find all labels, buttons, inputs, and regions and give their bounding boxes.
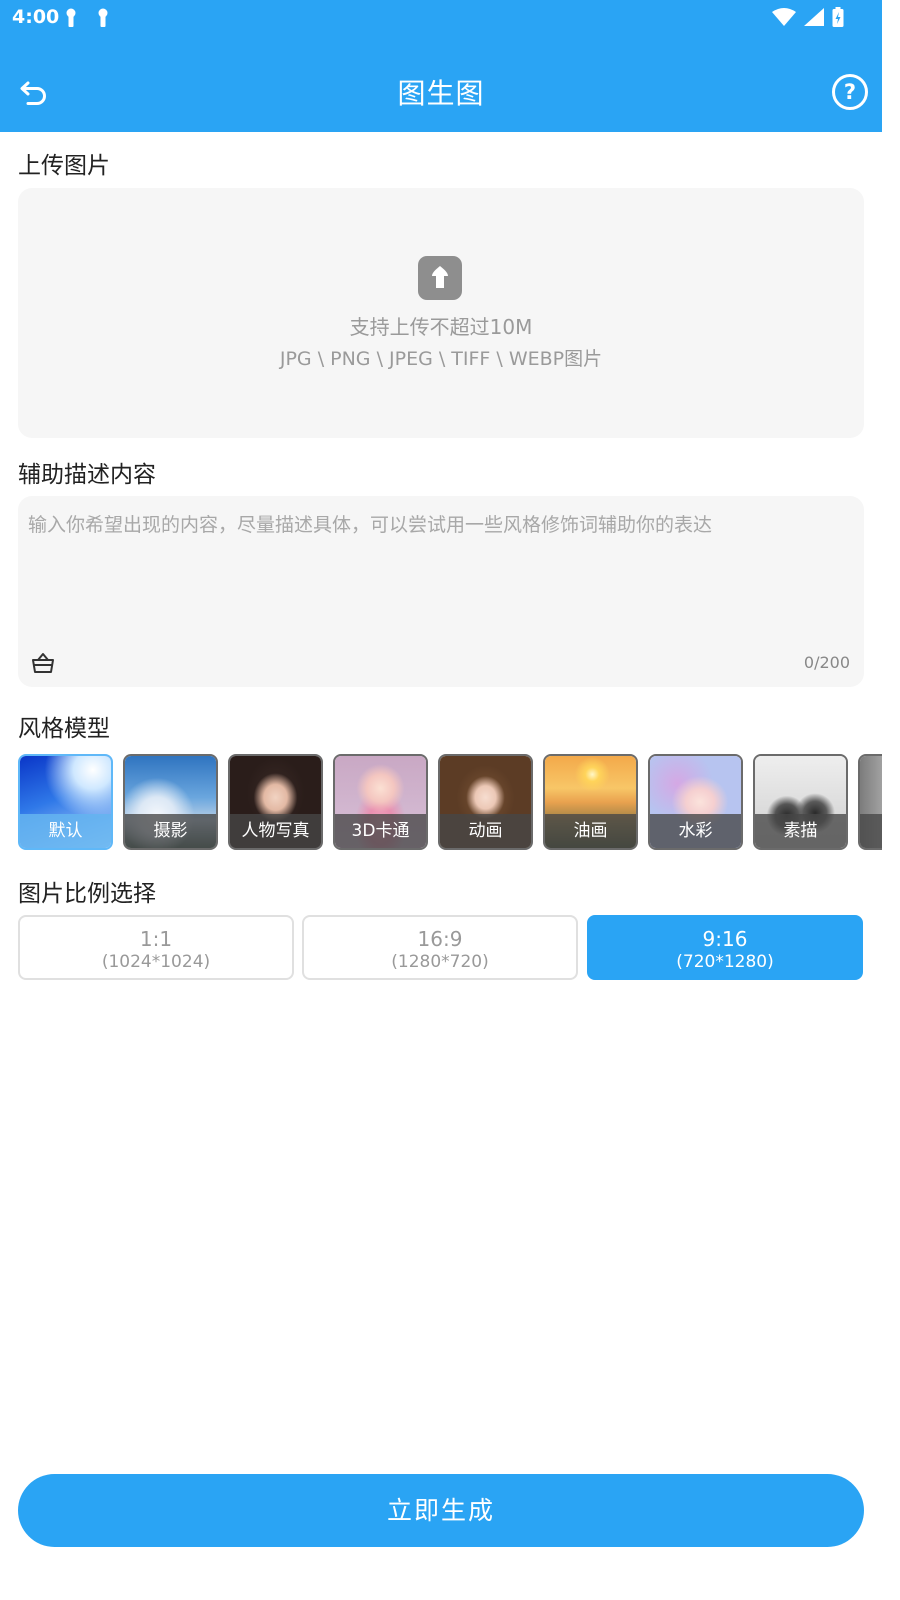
app-bar: 图生图 ? bbox=[0, 52, 882, 132]
style-item-more[interactable]: 中 bbox=[858, 754, 882, 850]
style-item-photography[interactable]: 摄影 bbox=[123, 754, 218, 850]
status-time: 4:00 bbox=[12, 6, 60, 28]
upload-format-hint: JPG \ PNG \ JPEG \ TIFF \ WEBP图片 bbox=[279, 348, 603, 370]
character-counter: 0/200 bbox=[803, 653, 850, 672]
upload-arrow-icon bbox=[418, 256, 462, 300]
ratio-size: (1024*1024) bbox=[101, 952, 211, 972]
style-label: 3D卡通 bbox=[335, 814, 426, 848]
status-icons bbox=[772, 7, 844, 27]
style-item-default[interactable]: 默认 bbox=[18, 754, 113, 850]
wifi-icon bbox=[772, 8, 796, 26]
style-label: 素描 bbox=[755, 814, 846, 848]
generate-button[interactable]: 立即生成 bbox=[18, 1474, 864, 1547]
screen: 4:00 图生图 ? 上传图片 支持上传不超过10M JPG \ PNG \ J… bbox=[0, 0, 900, 1600]
style-label: 默认 bbox=[20, 814, 111, 848]
style-label: 动画 bbox=[440, 814, 531, 848]
style-label: 水彩 bbox=[650, 814, 741, 848]
signal-icon bbox=[804, 8, 824, 26]
style-model-list: 默认 摄影 人物写真 3D卡通 动画 油画 水彩 素描 bbox=[18, 754, 882, 850]
style-label: 中 bbox=[860, 814, 882, 848]
help-button[interactable]: ? bbox=[832, 74, 868, 110]
ratio-value: 1:1 bbox=[139, 927, 173, 951]
ratio-section-label: 图片比例选择 bbox=[18, 881, 156, 907]
style-label: 人物写真 bbox=[230, 814, 321, 848]
description-input[interactable] bbox=[28, 510, 854, 640]
style-item-portrait[interactable]: 人物写真 bbox=[228, 754, 323, 850]
style-section-label: 风格模型 bbox=[18, 716, 110, 742]
upload-size-hint: 支持上传不超过10M bbox=[349, 315, 533, 339]
key-icon bbox=[66, 8, 76, 27]
ratio-option-1-1[interactable]: 1:1 (1024*1024) bbox=[18, 915, 294, 980]
key-icon bbox=[98, 8, 108, 27]
battery-icon bbox=[832, 7, 844, 27]
ratio-value: 16:9 bbox=[417, 927, 463, 951]
style-item-anime[interactable]: 动画 bbox=[438, 754, 533, 850]
ratio-size: (720*1280) bbox=[676, 952, 774, 972]
ratio-size: (1280*720) bbox=[391, 952, 489, 972]
ratio-option-9-16[interactable]: 9:16 (720*1280) bbox=[587, 915, 863, 980]
description-box: 0/200 bbox=[18, 496, 864, 687]
style-item-sketch[interactable]: 素描 bbox=[753, 754, 848, 850]
basket-icon bbox=[32, 653, 54, 673]
description-section-label: 辅助描述内容 bbox=[18, 462, 156, 488]
ratio-value: 9:16 bbox=[702, 927, 748, 951]
basket-button[interactable] bbox=[30, 650, 56, 676]
style-label: 油画 bbox=[545, 814, 636, 848]
ratio-option-16-9[interactable]: 16:9 (1280*720) bbox=[302, 915, 578, 980]
question-circle-icon: ? bbox=[843, 80, 857, 104]
style-item-watercolor[interactable]: 水彩 bbox=[648, 754, 743, 850]
style-item-oil-painting[interactable]: 油画 bbox=[543, 754, 638, 850]
header: 4:00 图生图 ? bbox=[0, 0, 882, 132]
page-title: 图生图 bbox=[397, 77, 485, 110]
status-bar: 4:00 bbox=[0, 0, 882, 40]
upload-section-label: 上传图片 bbox=[18, 153, 110, 179]
style-item-3d-cartoon[interactable]: 3D卡通 bbox=[333, 754, 428, 850]
style-label: 摄影 bbox=[125, 814, 216, 848]
upload-area[interactable]: 支持上传不超过10M JPG \ PNG \ JPEG \ TIFF \ WEB… bbox=[18, 188, 864, 438]
